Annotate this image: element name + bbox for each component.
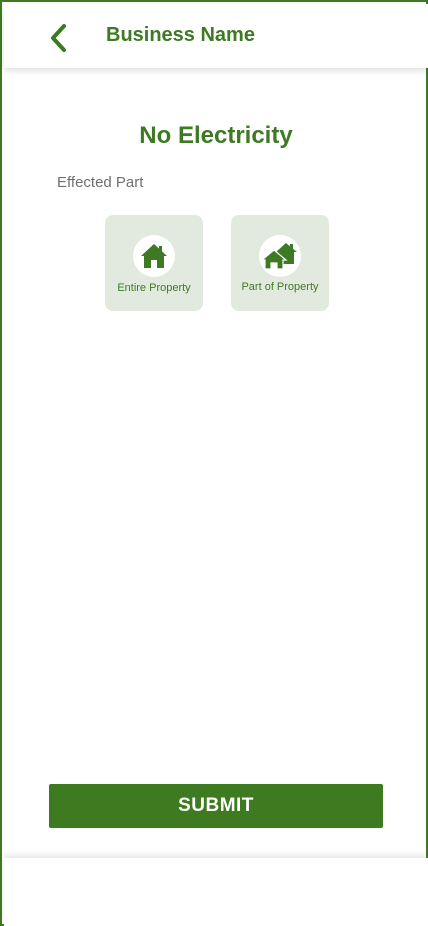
submit-button[interactable]: SUBMIT xyxy=(49,784,383,828)
option-label: Entire Property xyxy=(117,282,191,294)
house-icon xyxy=(141,244,167,268)
back-button[interactable] xyxy=(42,18,74,58)
option-label: Part of Property xyxy=(241,281,319,293)
option-entire-property[interactable]: Entire Property xyxy=(105,215,203,311)
page-title: No Electricity xyxy=(139,122,293,149)
option-part-of-property[interactable]: Part of Property xyxy=(231,215,329,311)
icon-circle xyxy=(133,235,175,277)
section-label: Effected Part xyxy=(57,174,144,191)
chevron-left-icon xyxy=(51,24,66,52)
header-title: Business Name xyxy=(106,24,255,46)
icon-circle xyxy=(259,235,301,277)
app-frame: Business Name No Electricity Effected Pa… xyxy=(0,0,428,926)
bottom-bar xyxy=(4,858,428,926)
app-header: Business Name xyxy=(4,4,428,68)
houses-icon xyxy=(262,243,297,270)
